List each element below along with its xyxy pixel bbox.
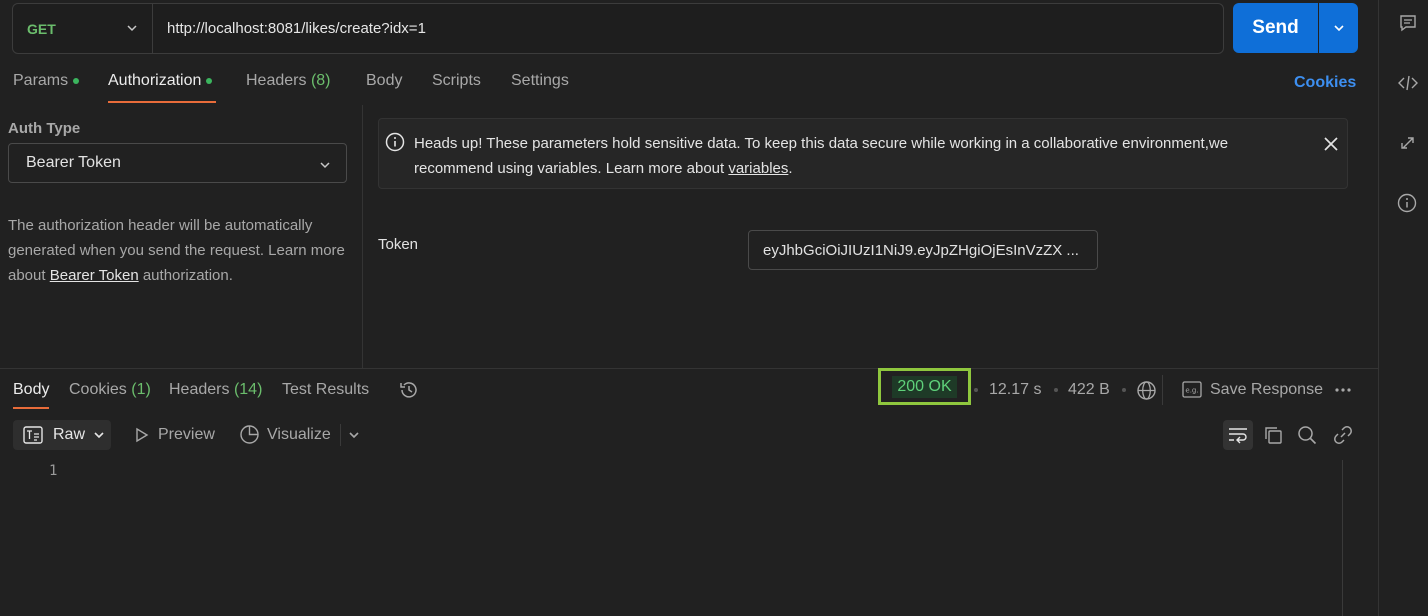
response-tab-headers-label: Headers — [169, 381, 230, 398]
url-input[interactable]: http://localhost:8081/likes/create?idx=1 — [153, 20, 426, 37]
search-icon[interactable] — [1297, 425, 1317, 445]
chevron-down-icon — [320, 162, 330, 169]
save-response-button[interactable]: Save Response — [1210, 381, 1323, 399]
wrap-lines-button[interactable] — [1223, 420, 1253, 450]
response-tab-cookies-label: Cookies — [69, 381, 127, 398]
separator-dot — [1122, 388, 1126, 392]
tab-settings[interactable]: Settings — [511, 72, 569, 94]
toolbar-divider — [340, 424, 341, 446]
tab-authorization[interactable]: Authorization — [108, 72, 213, 94]
response-tab-headers[interactable]: Headers (14) — [169, 381, 262, 399]
tab-scripts[interactable]: Scripts — [432, 72, 481, 94]
chevron-down-icon — [94, 432, 104, 439]
line-number: 1 — [49, 463, 58, 479]
response-size[interactable]: 422 B — [1068, 381, 1110, 399]
text-format-icon — [23, 426, 43, 444]
globe-icon[interactable] — [1136, 380, 1157, 401]
response-headers-count: (14) — [233, 381, 263, 398]
tab-headers[interactable]: Headers (8) — [246, 72, 331, 94]
authorization-indicator-dot — [206, 77, 213, 84]
scrollbar[interactable] — [1342, 460, 1343, 616]
play-icon — [136, 427, 149, 443]
copy-icon[interactable] — [1263, 425, 1283, 445]
format-label: Raw — [53, 426, 86, 443]
method-label: GET — [27, 20, 56, 37]
cookies-count: (1) — [131, 381, 151, 398]
code-icon[interactable] — [1397, 73, 1419, 93]
close-icon[interactable] — [1323, 136, 1339, 152]
sensitive-data-alert: Heads up! These parameters hold sensitiv… — [378, 118, 1348, 189]
more-options-icon[interactable] — [1334, 386, 1352, 394]
visualize-button[interactable]: Visualize — [267, 426, 331, 444]
panel-divider — [362, 105, 363, 368]
send-options-button[interactable] — [1319, 3, 1358, 53]
cookies-link[interactable]: Cookies — [1294, 74, 1356, 92]
related-collections-icon[interactable] — [1398, 133, 1418, 153]
request-bar: GET http://localhost:8081/likes/create?i… — [12, 3, 1224, 54]
alert-text: Heads up! These parameters hold sensitiv… — [414, 135, 1229, 177]
separator-dot — [974, 388, 978, 392]
tab-headers-label: Headers — [246, 72, 307, 89]
response-tab-cookies[interactable]: Cookies (1) — [69, 381, 151, 399]
info-icon[interactable] — [1397, 193, 1417, 213]
headers-count: (8) — [310, 72, 331, 89]
link-icon[interactable] — [1333, 425, 1353, 445]
info-icon — [385, 132, 405, 152]
svg-text:e.g.: e.g. — [1185, 387, 1198, 395]
comments-icon[interactable] — [1398, 13, 1418, 33]
response-divider[interactable] — [0, 368, 1378, 369]
example-icon: e.g. — [1182, 381, 1202, 398]
token-label: Token — [378, 236, 419, 253]
auth-type-label: Auth Type — [8, 120, 81, 137]
bearer-token-link[interactable]: Bearer Token — [50, 267, 139, 284]
token-input[interactable]: eyJhbGciOiJIUzI1NiJ9.eyJpZHgiOjEsInVzZX … — [748, 230, 1098, 270]
chevron-down-icon — [1333, 25, 1344, 32]
format-select[interactable]: Raw — [13, 420, 111, 450]
chevron-down-icon[interactable] — [348, 429, 360, 441]
response-active-tab-underline — [13, 407, 49, 409]
alert-message: Heads up! These parameters hold sensitiv… — [414, 131, 1304, 181]
auth-type-value: Bearer Token — [26, 154, 121, 171]
response-tab-body[interactable]: Body — [13, 381, 49, 399]
auth-description: The authorization header will be automat… — [8, 213, 353, 288]
tab-body[interactable]: Body — [366, 72, 402, 94]
tab-params[interactable]: Params — [13, 72, 80, 94]
separator-dot — [1054, 388, 1058, 392]
alert-tail: . — [788, 160, 793, 177]
chevron-down-icon — [127, 25, 137, 32]
active-tab-underline — [108, 101, 216, 103]
status-badge[interactable]: 200 OK — [892, 375, 957, 398]
method-select[interactable]: GET — [13, 4, 153, 53]
toolbar-divider — [1162, 375, 1163, 405]
preview-button[interactable]: Preview — [158, 426, 215, 444]
params-indicator-dot — [73, 77, 80, 84]
variables-link[interactable]: variables — [728, 160, 788, 177]
wrap-lines-icon — [1229, 428, 1247, 444]
sidebar-divider — [1378, 0, 1379, 616]
response-tab-test-results[interactable]: Test Results — [282, 381, 369, 399]
visualize-icon — [240, 425, 259, 444]
tab-params-label: Params — [13, 72, 69, 89]
history-icon[interactable] — [398, 379, 420, 401]
send-button[interactable]: Send — [1233, 3, 1318, 53]
auth-type-select[interactable]: Bearer Token — [8, 143, 347, 183]
tab-authorization-label: Authorization — [108, 72, 202, 89]
auth-desc-tail: authorization. — [138, 267, 233, 284]
status-highlight: 200 OK — [878, 368, 971, 405]
response-time[interactable]: 12.17 s — [989, 381, 1041, 399]
